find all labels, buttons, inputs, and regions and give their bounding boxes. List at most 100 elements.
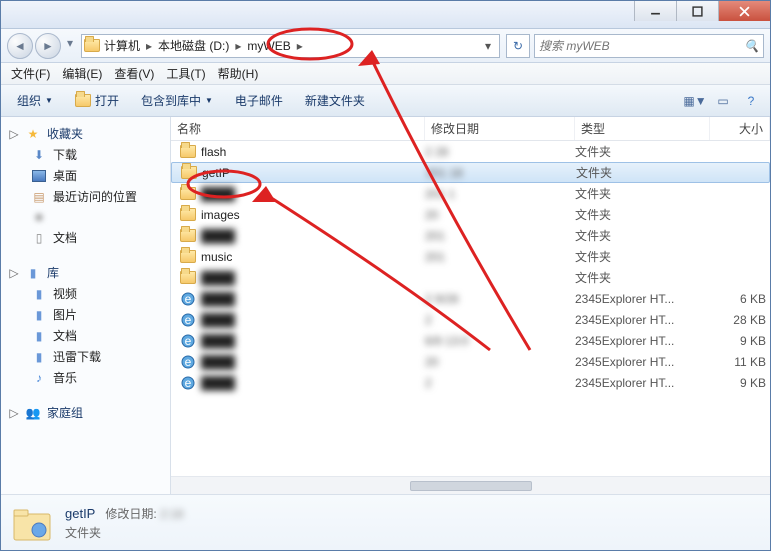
file-name: ████ [201, 187, 425, 201]
newfolder-button[interactable]: 新建文件夹 [295, 89, 375, 112]
file-row[interactable]: e████2 9/282345Explorer HT...6 KB [171, 288, 770, 309]
breadcrumb-part[interactable]: 计算机 [100, 37, 144, 54]
nav-history-dropdown[interactable]: ▾ [63, 33, 77, 53]
column-headers: 名称 修改日期 类型 大小 [171, 117, 770, 141]
search-input[interactable] [539, 39, 744, 53]
file-date: 2 9/28 [425, 292, 575, 306]
details-type: 文件夹 [65, 524, 183, 541]
breadcrumb-part[interactable]: myWEB [243, 39, 294, 53]
include-button[interactable]: 包含到库中 ▼ [131, 89, 223, 112]
file-row[interactable]: music201文件夹 [171, 246, 770, 267]
forward-button[interactable]: ► [35, 33, 61, 59]
open-button[interactable]: 打开 [65, 89, 129, 112]
file-row[interactable]: e████22345Explorer HT...28 KB [171, 309, 770, 330]
svg-text:e: e [185, 376, 192, 390]
homegroup-icon: 👥 [25, 405, 41, 421]
preview-pane-button[interactable]: ▭ [710, 90, 736, 112]
sidebar-item-recent[interactable]: ▤最近访问的位置 [1, 186, 170, 207]
chevron-right-icon[interactable]: ▸ [295, 39, 305, 53]
sidebar-item-pictures[interactable]: ▮图片 [1, 304, 170, 325]
download-icon: ⬇ [31, 147, 47, 163]
ie-icon: e [179, 290, 197, 308]
address-row: ◄ ► ▾ 计算机 ▸ 本地磁盘 (D:) ▸ myWEB ▸ ▾ ↻ 🔍 [1, 29, 770, 63]
ie-icon: e [179, 353, 197, 371]
file-name: ████ [201, 334, 425, 348]
close-button[interactable] [718, 1, 770, 21]
document-icon: ▯ [31, 230, 47, 246]
organize-button[interactable]: 组织 ▼ [7, 89, 63, 112]
folder-icon [180, 164, 198, 182]
details-meta-value: 2:18 [160, 507, 183, 521]
refresh-button[interactable]: ↻ [506, 34, 530, 58]
column-size[interactable]: 大小 [710, 117, 770, 140]
menu-edit[interactable]: 编辑(E) [56, 63, 108, 84]
file-rows: flash2 28文件夹getIP201 18文件夹████201 1文件夹im… [171, 141, 770, 476]
details-pane: getIP 修改日期: 2:18 文件夹 [1, 494, 770, 550]
search-icon[interactable]: 🔍 [744, 39, 759, 53]
file-date: 20 [425, 208, 575, 222]
column-name[interactable]: 名称 [171, 117, 425, 140]
file-type: 文件夹 [575, 185, 710, 202]
maximize-button[interactable] [676, 1, 718, 21]
svg-text:e: e [185, 313, 192, 327]
menu-tools[interactable]: 工具(T) [160, 63, 211, 84]
file-row[interactable]: e████202345Explorer HT...11 KB [171, 351, 770, 372]
file-name: ████ [201, 355, 425, 369]
file-row[interactable]: e████22345Explorer HT...9 KB [171, 372, 770, 393]
document-icon: ▮ [31, 328, 47, 344]
sidebar-item-videos[interactable]: ▮视频 [1, 283, 170, 304]
back-button[interactable]: ◄ [7, 33, 33, 59]
chevron-right-icon[interactable]: ▸ [233, 39, 243, 53]
file-name: ████ [201, 376, 425, 390]
minimize-button[interactable] [634, 1, 676, 21]
file-date: 2 [425, 376, 575, 390]
library-icon: ▮ [25, 265, 41, 281]
svg-text:e: e [185, 292, 192, 306]
sidebar-item-documents[interactable]: ▯文档 [1, 227, 170, 248]
ie-icon: e [179, 374, 197, 392]
file-size: 11 KB [710, 355, 766, 369]
file-date: 2 28 [425, 145, 575, 159]
column-type[interactable]: 类型 [575, 117, 710, 140]
sidebar-item-thunder[interactable]: ▮迅雷下载 [1, 346, 170, 367]
file-name: music [201, 250, 425, 264]
breadcrumb-part[interactable]: 本地磁盘 (D:) [154, 37, 233, 54]
file-name: getIP [202, 166, 426, 180]
file-row[interactable]: ████201 1文件夹 [171, 183, 770, 204]
email-button[interactable]: 电子邮件 [225, 89, 293, 112]
details-title: getIP [65, 506, 95, 521]
sidebar-item-downloads[interactable]: ⬇下载 [1, 144, 170, 165]
file-row[interactable]: ████ 文件夹 [171, 267, 770, 288]
address-dropdown[interactable]: ▾ [479, 39, 497, 53]
file-date: 20 [425, 355, 575, 369]
chevron-right-icon[interactable]: ▸ [144, 39, 154, 53]
menu-view[interactable]: 查看(V) [108, 63, 160, 84]
folder-open-icon [75, 93, 91, 109]
sidebar-item-docs[interactable]: ▮文档 [1, 325, 170, 346]
file-row[interactable]: getIP201 18文件夹 [171, 162, 770, 183]
search-box[interactable]: 🔍 [534, 34, 764, 58]
file-name: ████ [201, 271, 425, 285]
file-row[interactable]: ████201文件夹 [171, 225, 770, 246]
ie-icon: e [179, 311, 197, 329]
file-row[interactable]: flash2 28文件夹 [171, 141, 770, 162]
file-type: 2345Explorer HT... [575, 292, 710, 306]
file-row[interactable]: e████ 6/9 13:02345Explorer HT...9 KB [171, 330, 770, 351]
view-mode-button[interactable]: ▦ ▼ [682, 90, 708, 112]
sidebar-libraries[interactable]: ▷▮库 [1, 262, 170, 283]
sidebar-item-music[interactable]: ♪音乐 [1, 367, 170, 388]
sidebar-item-obscured[interactable]: ■ [1, 207, 170, 227]
menu-help[interactable]: 帮助(H) [212, 63, 265, 84]
menu-file[interactable]: 文件(F) [5, 63, 56, 84]
column-date[interactable]: 修改日期 [425, 117, 575, 140]
sidebar-item-desktop[interactable]: 桌面 [1, 165, 170, 186]
address-bar[interactable]: 计算机 ▸ 本地磁盘 (D:) ▸ myWEB ▸ ▾ [81, 34, 500, 58]
horizontal-scrollbar[interactable] [171, 476, 770, 494]
help-button[interactable]: ? [738, 90, 764, 112]
file-row[interactable]: images20文件夹 [171, 204, 770, 225]
folder-icon [179, 185, 197, 203]
sidebar-favorites[interactable]: ▷★收藏夹 [1, 123, 170, 144]
file-type: 2345Explorer HT... [575, 313, 710, 327]
sidebar-homegroup[interactable]: ▷👥家庭组 [1, 402, 170, 423]
folder-icon [179, 248, 197, 266]
